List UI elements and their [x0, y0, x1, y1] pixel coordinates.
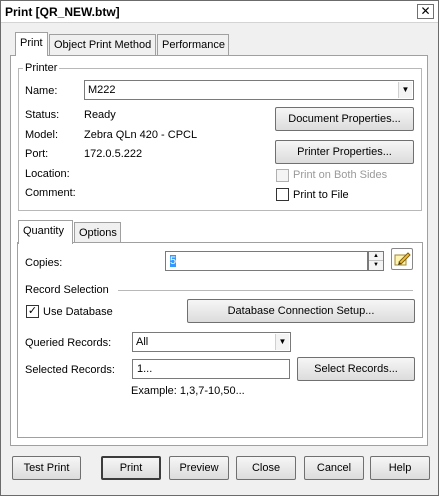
model-value: Zebra QLn 420 - CPCL [84, 129, 198, 141]
title-bar: Print [QR_NEW.btw] ✕ [1, 1, 438, 23]
tab-object-print-method[interactable]: Object Print Method [49, 34, 156, 56]
print-to-file-checkbox[interactable] [276, 188, 289, 201]
pencil-note-icon [394, 252, 411, 266]
queried-records-label: Queried Records: [25, 337, 112, 349]
quantity-panel: Copies: 5 ▲ ▼ Record Selection ✓ Use Dat… [17, 242, 423, 438]
chevron-down-icon[interactable]: ▼ [275, 334, 289, 350]
print-tab-panel: Printer Name: M222 ▼ Status: Ready Model… [10, 55, 428, 446]
tab-print[interactable]: Print [15, 32, 48, 56]
print-dialog: Print [QR_NEW.btw] ✕ Print Object Print … [0, 0, 439, 496]
copies-calculator-button[interactable] [391, 248, 413, 270]
port-label: Port: [25, 148, 49, 160]
comment-label: Comment: [25, 187, 76, 199]
copies-stepper[interactable]: ▲ ▼ [368, 251, 384, 271]
copies-value: 5 [170, 255, 177, 267]
tab-performance[interactable]: Performance [157, 34, 229, 56]
status-label: Status: [25, 109, 60, 121]
close-icon[interactable]: ✕ [417, 4, 434, 19]
model-label: Model: [25, 129, 59, 141]
window-title: Print [QR_NEW.btw] [5, 5, 120, 19]
print-both-sides-checkbox[interactable] [276, 169, 289, 182]
example-text: Example: 1,3,7-10,50... [131, 385, 245, 397]
queried-records-select[interactable]: All ▼ [132, 332, 291, 352]
use-database-checkbox[interactable]: ✓ [26, 305, 39, 318]
record-selection-label: Record Selection [25, 284, 109, 296]
print-button[interactable]: Print [101, 456, 161, 480]
printer-name-value: M222 [88, 84, 116, 96]
selected-records-input[interactable]: 1... [132, 359, 290, 379]
copies-input[interactable]: 5 [165, 251, 368, 271]
document-properties-button[interactable]: Document Properties... [275, 107, 414, 131]
select-records-button[interactable]: Select Records... [297, 357, 415, 381]
tab-options[interactable]: Options [74, 222, 121, 244]
print-both-sides-label: Print on Both Sides [293, 169, 388, 181]
selected-records-value: 1... [137, 363, 153, 375]
printer-group-legend: Printer [23, 62, 60, 74]
preview-button[interactable]: Preview [169, 456, 229, 480]
printer-properties-button[interactable]: Printer Properties... [275, 140, 414, 164]
location-label: Location: [25, 168, 70, 180]
copies-label: Copies: [25, 257, 63, 269]
queried-records-value: All [136, 336, 149, 348]
close-button[interactable]: Close [236, 456, 296, 480]
help-button[interactable]: Help [370, 456, 430, 480]
test-print-button[interactable]: Test Print [12, 456, 81, 480]
stepper-up-icon[interactable]: ▲ [369, 252, 383, 261]
database-connection-setup-button[interactable]: Database Connection Setup... [187, 299, 415, 323]
status-value: Ready [84, 109, 116, 121]
use-database-label: Use Database [43, 306, 113, 318]
chevron-down-icon[interactable]: ▼ [398, 82, 412, 98]
port-value: 172.0.5.222 [84, 148, 143, 160]
stepper-down-icon[interactable]: ▼ [369, 261, 383, 270]
tab-quantity[interactable]: Quantity [18, 220, 73, 244]
record-selection-divider [118, 290, 413, 291]
selected-records-label: Selected Records: [25, 364, 115, 376]
cancel-button[interactable]: Cancel [304, 456, 364, 480]
print-to-file-label: Print to File [293, 189, 349, 201]
name-label: Name: [25, 85, 58, 97]
printer-name-select[interactable]: M222 ▼ [84, 80, 414, 100]
